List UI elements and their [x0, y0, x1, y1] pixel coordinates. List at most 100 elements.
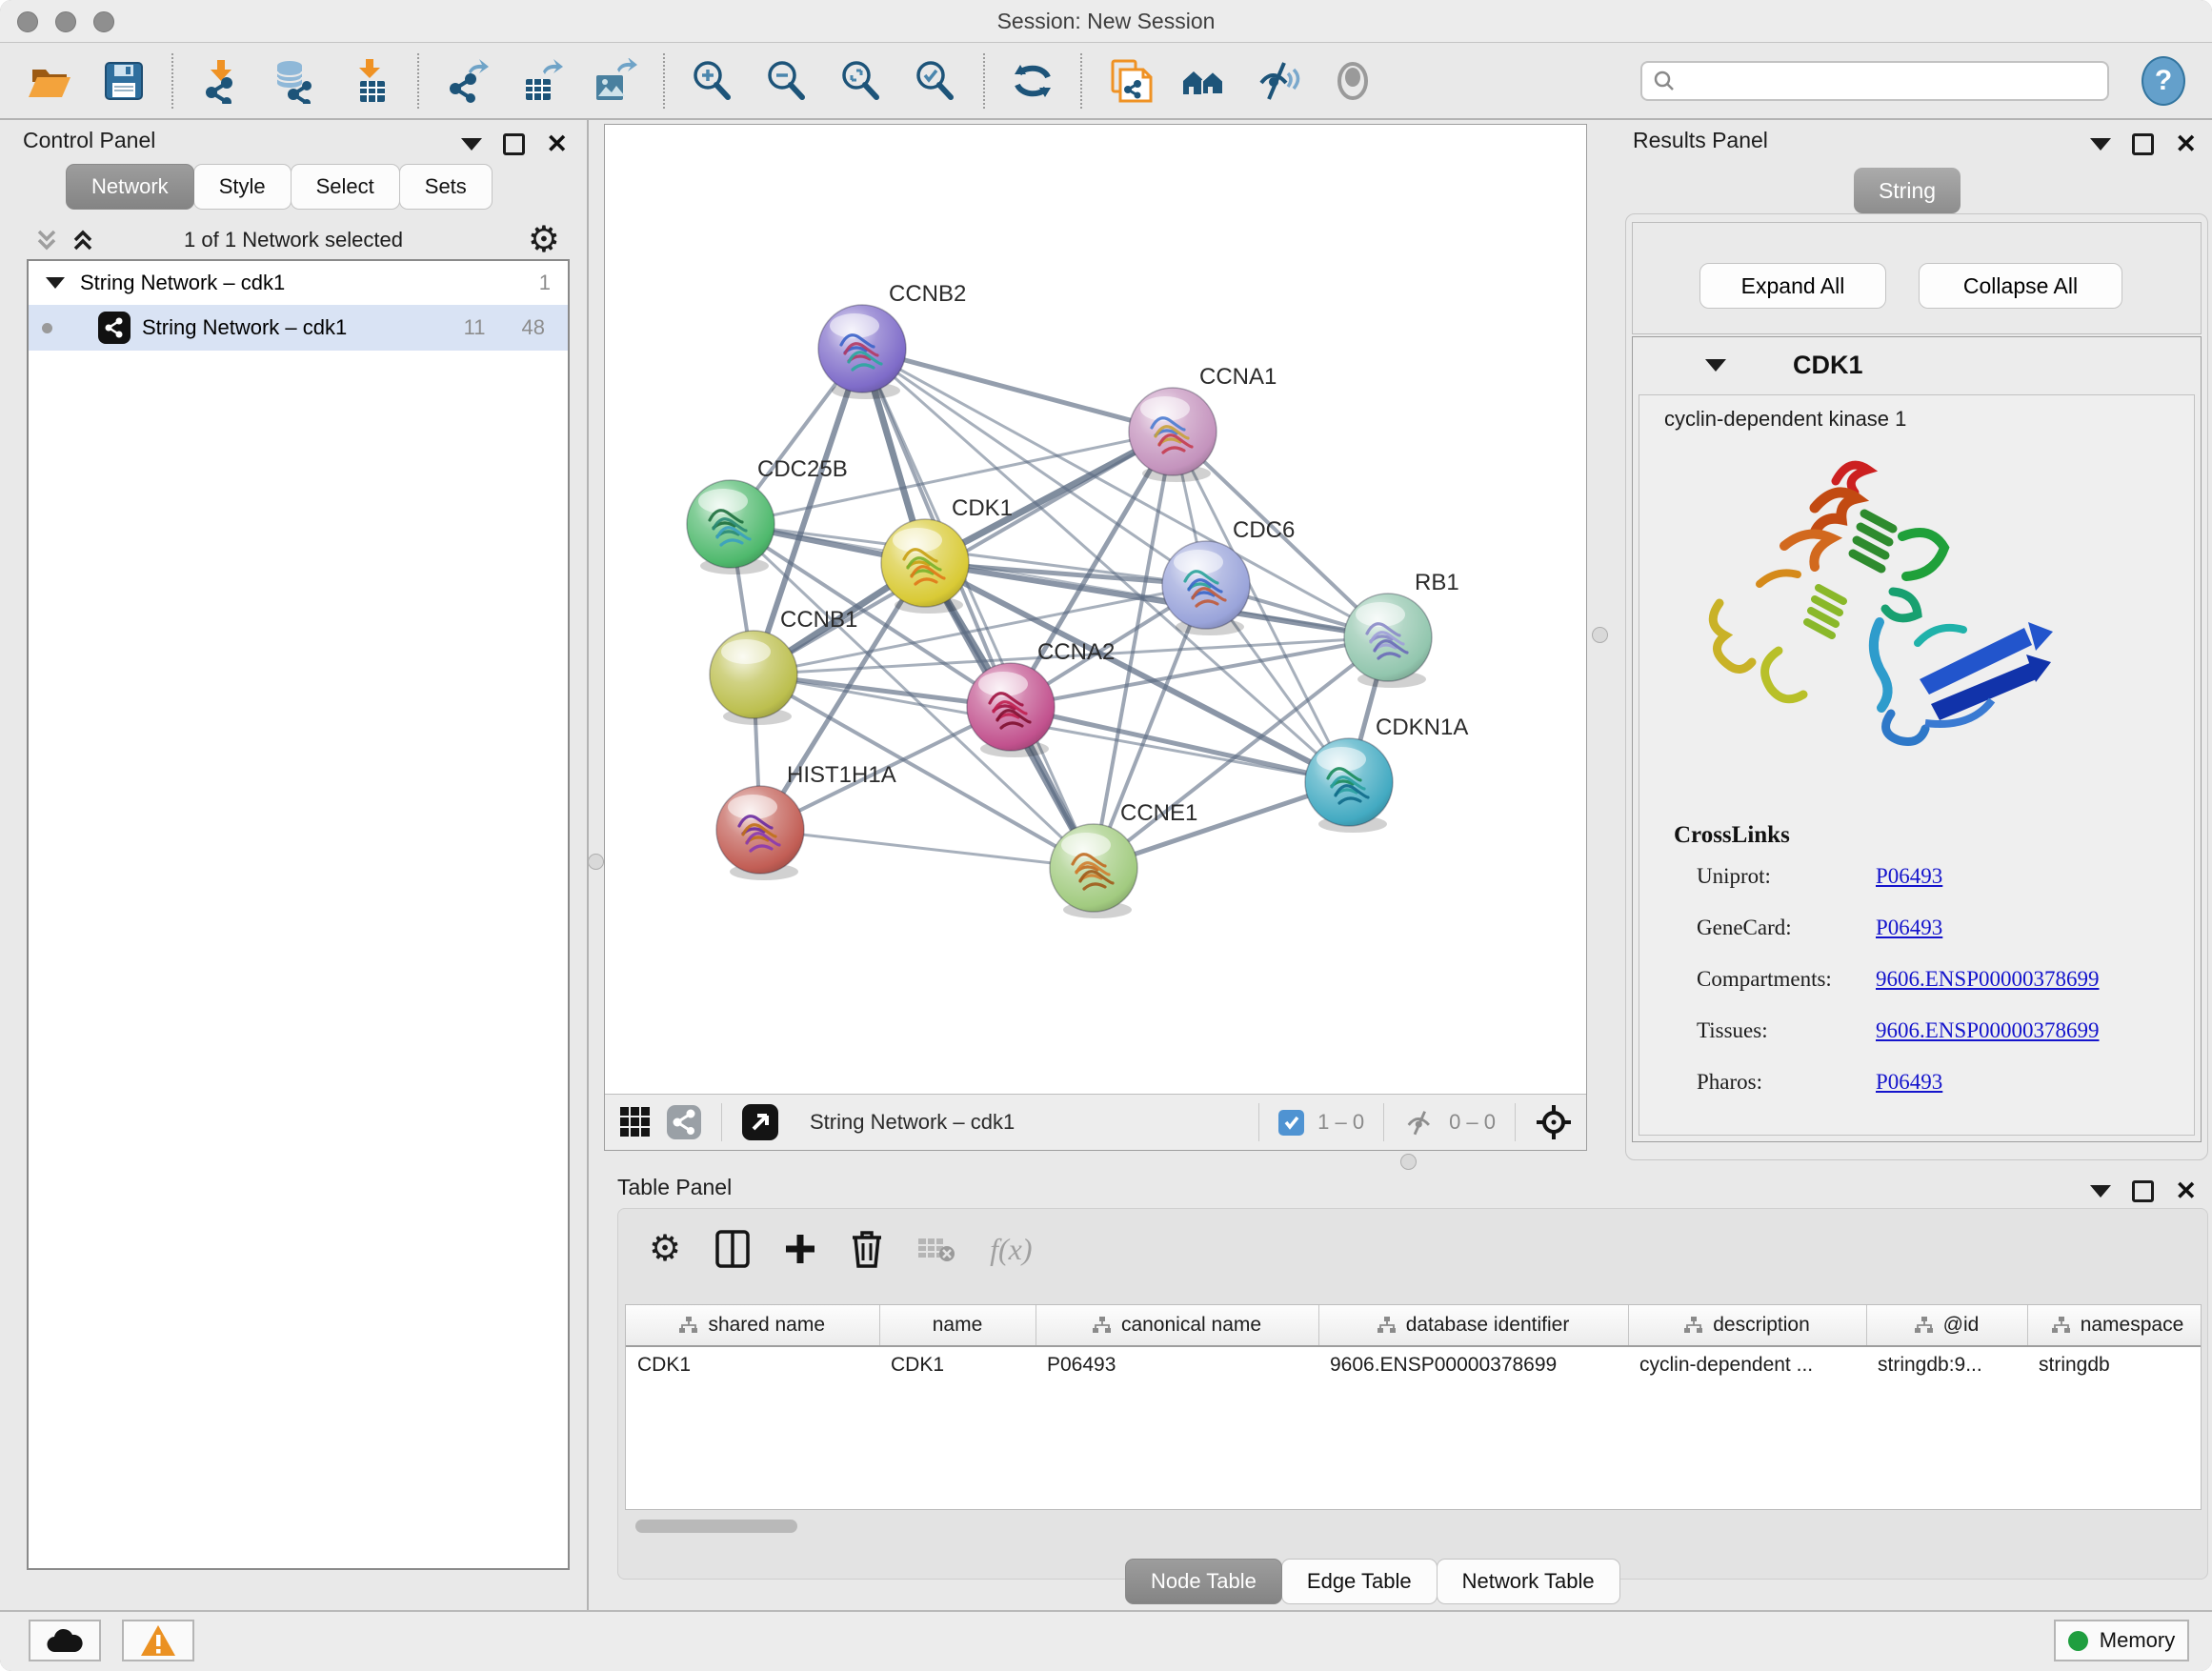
memory-button[interactable]: Memory [2054, 1620, 2189, 1661]
crosslink-link[interactable]: P06493 [1876, 1070, 1942, 1121]
network-overview-icon[interactable] [666, 1104, 702, 1140]
graph-edge[interactable] [1011, 707, 1349, 782]
crosslink-label: Pharos: [1697, 1070, 1876, 1121]
gene-collapse-icon[interactable] [1705, 359, 1726, 372]
table-row[interactable]: CDK1 CDK1 P06493 9606.ENSP00000378699 cy… [626, 1346, 2202, 1383]
graph-node-label: CCNE1 [1120, 800, 1197, 826]
table-cell[interactable]: CDK1 [879, 1346, 1036, 1383]
network-view[interactable]: CCNB2CCNA1CDC25BCDK1CDC6RB1CCNB1CCNA2CDK… [604, 124, 1587, 1151]
column-header[interactable]: description [1628, 1305, 1866, 1346]
import-network-database-icon[interactable] [272, 58, 318, 104]
network-name: String Network – cdk1 [142, 315, 347, 340]
tab-sets[interactable]: Sets [399, 164, 493, 210]
import-network-file-icon[interactable] [198, 58, 244, 104]
column-header[interactable]: shared name [626, 1305, 879, 1346]
left-splitter-handle[interactable] [588, 854, 604, 870]
export-table-icon[interactable] [518, 58, 564, 104]
crosslink-link[interactable]: 9606.ENSP00000378699 [1876, 1018, 2100, 1070]
selected-items-checkbox-icon[interactable] [1278, 1110, 1304, 1136]
tab-style[interactable]: Style [193, 164, 292, 210]
close-panel-icon[interactable]: ✕ [546, 131, 568, 157]
network-row-selected[interactable]: String Network – cdk1 11 48 [29, 305, 568, 351]
table-options-gear-icon[interactable]: ⚙ [649, 1231, 681, 1267]
string-results-container: Expand All Collapse All CDK1 cyclin-depe… [1625, 213, 2208, 1160]
expand-all-button[interactable]: Expand All [1699, 263, 1886, 309]
bottom-splitter-handle[interactable] [1400, 1154, 1417, 1170]
network-view-name: String Network – cdk1 [810, 1110, 1015, 1135]
import-table-file-icon[interactable] [347, 58, 392, 104]
show-hidden-icon[interactable] [1330, 58, 1376, 104]
crosslink-link[interactable]: 9606.ENSP00000378699 [1876, 967, 2100, 1018]
export-image-icon[interactable] [593, 58, 638, 104]
zoom-in-icon[interactable] [690, 58, 735, 104]
node-table[interactable]: shared name name canonical name database… [625, 1304, 2202, 1510]
table-cell[interactable]: stringdb:9... [1866, 1346, 2027, 1383]
table-cell[interactable]: P06493 [1036, 1346, 1318, 1383]
tab-network-table[interactable]: Network Table [1437, 1559, 1620, 1604]
save-session-icon[interactable] [101, 58, 147, 104]
graph-node-label: CCNB2 [889, 281, 966, 307]
table-cell[interactable]: CDK1 [626, 1346, 879, 1383]
cloud-status-button[interactable] [29, 1620, 101, 1661]
table-cell[interactable]: cyclin-dependent ... [1628, 1346, 1866, 1383]
crosslink-link[interactable]: P06493 [1876, 916, 1942, 967]
crosslink-label: Uniprot: [1697, 864, 1876, 916]
network-graph[interactable]: CCNB2CCNA1CDC25BCDK1CDC6RB1CCNB1CCNA2CDK… [605, 125, 1586, 1094]
show-columns-icon[interactable] [715, 1230, 750, 1268]
toolbar-separator [1258, 1103, 1259, 1141]
graph-node-label: CDK1 [952, 495, 1013, 521]
zoom-out-icon[interactable] [764, 58, 810, 104]
tab-string[interactable]: String [1854, 168, 1961, 213]
float-panel-icon[interactable] [503, 133, 525, 155]
crosslink-link[interactable]: P06493 [1876, 864, 1942, 916]
tab-network[interactable]: Network [66, 164, 194, 210]
panel-menu-icon[interactable] [461, 138, 482, 151]
column-header[interactable]: database identifier [1318, 1305, 1628, 1346]
detach-view-icon[interactable] [741, 1103, 779, 1141]
crosslink-label: Tissues: [1697, 1018, 1876, 1070]
show-all-views-icon[interactable] [1181, 58, 1227, 104]
table-cell[interactable]: stringdb [2027, 1346, 2202, 1383]
grid-view-icon[interactable] [618, 1105, 653, 1139]
warnings-button[interactable] [122, 1620, 194, 1661]
float-panel-icon[interactable] [2132, 133, 2154, 155]
table-panel-title: Table Panel [617, 1175, 732, 1200]
network-options-gear-icon[interactable]: ⚙ [528, 222, 560, 258]
refresh-view-icon[interactable] [1010, 58, 1056, 104]
hide-selected-icon[interactable] [1256, 58, 1301, 104]
toolbar-separator [1383, 1103, 1384, 1141]
table-cell[interactable]: 9606.ENSP00000378699 [1318, 1346, 1628, 1383]
close-panel-icon[interactable]: ✕ [2175, 131, 2197, 157]
selected-node-edge-count: 1 – 0 [1317, 1110, 1364, 1135]
panel-menu-icon[interactable] [2090, 138, 2111, 151]
tab-edge-table[interactable]: Edge Table [1281, 1559, 1438, 1604]
export-network-icon[interactable] [444, 58, 490, 104]
add-column-icon[interactable] [784, 1233, 816, 1265]
right-splitter-handle[interactable] [1592, 627, 1608, 643]
open-session-icon[interactable] [27, 58, 72, 104]
collection-expand-icon[interactable] [46, 277, 65, 289]
zoom-fit-icon[interactable] [838, 58, 884, 104]
tab-select[interactable]: Select [291, 164, 400, 210]
warning-icon [139, 1623, 177, 1658]
column-header[interactable]: namespace [2027, 1305, 2202, 1346]
fit-content-crosshair-icon[interactable] [1535, 1103, 1573, 1141]
network-type-icon [98, 312, 131, 344]
search-input[interactable] [1640, 61, 2109, 101]
float-panel-icon[interactable] [2132, 1180, 2154, 1202]
column-header[interactable]: @id [1866, 1305, 2027, 1346]
delete-column-icon[interactable] [851, 1230, 883, 1268]
network-collection-row[interactable]: String Network – cdk1 1 [29, 261, 568, 305]
horizontal-scrollbar[interactable] [635, 1520, 797, 1533]
column-header[interactable]: canonical name [1036, 1305, 1318, 1346]
zoom-selected-icon[interactable] [913, 58, 958, 104]
clone-network-icon[interactable] [1107, 58, 1153, 104]
hidden-items-icon[interactable] [1403, 1106, 1436, 1138]
panel-menu-icon[interactable] [2090, 1185, 2111, 1198]
close-panel-icon[interactable]: ✕ [2175, 1178, 2197, 1204]
collapse-all-button[interactable]: Collapse All [1919, 263, 2122, 309]
graph-edge[interactable] [760, 830, 1094, 868]
help-icon[interactable]: ? [2142, 56, 2185, 106]
column-header[interactable]: name [879, 1305, 1036, 1346]
tab-node-table[interactable]: Node Table [1125, 1559, 1282, 1604]
